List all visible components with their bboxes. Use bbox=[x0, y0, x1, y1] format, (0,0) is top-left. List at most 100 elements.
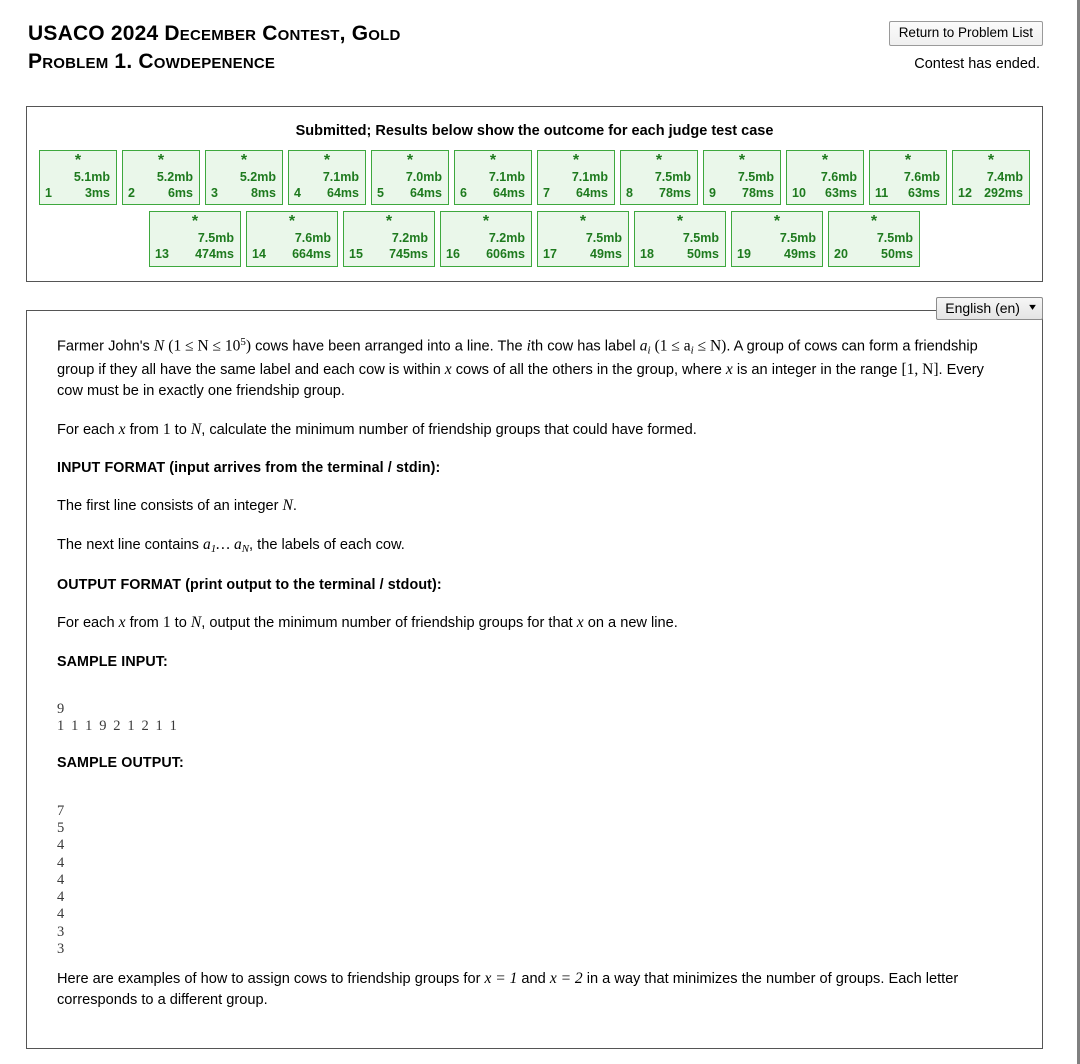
test-case-index: 7 bbox=[543, 185, 550, 200]
goal-text-b: from bbox=[125, 421, 163, 438]
math-n-2: N bbox=[190, 420, 202, 438]
math-x-1: x bbox=[444, 360, 452, 378]
test-case-box[interactable]: * 7.5mb 20 50ms bbox=[828, 211, 920, 267]
math-n-1: N bbox=[153, 337, 165, 354]
test-case-index: 1 bbox=[45, 185, 52, 200]
test-case-index: 14 bbox=[252, 246, 266, 261]
math-n-constraint-pre: (1 ≤ N ≤ 10 bbox=[168, 337, 241, 354]
math-a-constraint: (1 ≤ a bbox=[654, 337, 691, 354]
test-case-box[interactable]: * 7.6mb 10 63ms bbox=[786, 150, 864, 206]
test-case-pass-icon: * bbox=[482, 213, 490, 231]
math-x-eq-1: x = 1 bbox=[484, 970, 518, 988]
math-n-3: N bbox=[282, 497, 293, 515]
usaco-problem-page: USACO 2024 December Contest, Gold Proble… bbox=[0, 0, 1080, 1064]
test-case-footer: 12 292ms bbox=[958, 186, 1024, 202]
intro-text-f: is an integer in the range bbox=[732, 361, 902, 378]
test-case-footer: 7 64ms bbox=[543, 186, 609, 202]
test-case-time: 49ms bbox=[784, 246, 816, 261]
test-case-time: 474ms bbox=[195, 246, 234, 261]
problem-intro-paragraph: Farmer John's N (1 ≤ N ≤ 105) cows have … bbox=[57, 335, 1012, 402]
test-case-time: 63ms bbox=[825, 185, 857, 200]
test-case-index: 10 bbox=[792, 185, 806, 200]
test-case-pass-icon: * bbox=[191, 213, 199, 231]
test-case-box[interactable]: * 7.4mb 12 292ms bbox=[952, 150, 1030, 206]
test-case-box[interactable]: * 5.2mb 3 8ms bbox=[205, 150, 283, 206]
test-case-pass-icon: * bbox=[406, 152, 414, 169]
test-case-pass-icon: * bbox=[870, 213, 878, 231]
intro-text-c: th cow has label bbox=[530, 338, 640, 354]
test-case-pass-icon: * bbox=[655, 152, 663, 169]
math-n-4: N bbox=[190, 614, 202, 632]
test-case-index: 19 bbox=[737, 246, 751, 261]
test-case-index: 3 bbox=[211, 185, 218, 200]
test-case-box[interactable]: * 7.0mb 5 64ms bbox=[371, 150, 449, 206]
test-case-footer: 11 63ms bbox=[875, 186, 941, 202]
test-case-time: 64ms bbox=[327, 185, 359, 200]
test-case-box[interactable]: * 7.6mb 14 664ms bbox=[246, 211, 338, 267]
test-case-box[interactable]: * 7.6mb 11 63ms bbox=[869, 150, 947, 206]
output-text-d: , output the minimum number of friendshi… bbox=[201, 615, 577, 632]
test-case-index: 12 bbox=[958, 185, 972, 200]
test-case-memory: 7.5mb bbox=[654, 170, 691, 184]
test-case-box[interactable]: * 7.5mb 19 49ms bbox=[731, 211, 823, 267]
test-case-box[interactable]: * 5.1mb 1 3ms bbox=[39, 150, 117, 206]
test-case-index: 20 bbox=[834, 246, 848, 261]
test-case-time: 6ms bbox=[167, 185, 193, 200]
test-case-memory: 5.2mb bbox=[156, 170, 193, 184]
test-case-box[interactable]: * 7.5mb 13 474ms bbox=[149, 211, 241, 267]
test-case-pass-icon: * bbox=[240, 152, 248, 169]
sample-input-block: 9 1 1 1 9 2 1 2 1 1 bbox=[57, 700, 179, 735]
test-case-memory: 7.6mb bbox=[820, 170, 857, 184]
test-case-row-1: * 5.1mb 1 3ms * 5.2mb 2 6ms * 5.2mb 3 8ms * 7.1mb 4 64m… bbox=[39, 150, 1030, 206]
test-case-box[interactable]: * 7.5mb 17 49ms bbox=[537, 211, 629, 267]
test-case-time: 8ms bbox=[250, 185, 276, 200]
test-case-box[interactable]: * 5.2mb 2 6ms bbox=[122, 150, 200, 206]
test-case-time: 50ms bbox=[881, 246, 913, 261]
math-a-seq-mid: … a bbox=[216, 536, 242, 554]
test-case-footer: 13 474ms bbox=[155, 247, 235, 263]
test-case-footer: 6 64ms bbox=[460, 186, 526, 202]
test-case-pass-icon: * bbox=[323, 152, 331, 169]
test-case-memory: 7.1mb bbox=[322, 170, 359, 184]
test-case-footer: 19 49ms bbox=[737, 247, 817, 263]
test-case-time: 64ms bbox=[576, 185, 608, 200]
test-case-pass-icon: * bbox=[987, 152, 995, 169]
test-case-box[interactable]: * 7.2mb 15 745ms bbox=[343, 211, 435, 267]
test-case-box[interactable]: * 7.1mb 7 64ms bbox=[537, 150, 615, 206]
test-case-footer: 16 606ms bbox=[446, 247, 526, 263]
test-case-footer: 5 64ms bbox=[377, 186, 443, 202]
test-case-pass-icon: * bbox=[676, 213, 684, 231]
sample-output-block: 7 5 4 4 4 4 4 3 3 bbox=[57, 802, 65, 957]
intro-text-b: cows have been arranged into a line. The bbox=[251, 338, 527, 354]
test-case-box[interactable]: * 7.1mb 4 64ms bbox=[288, 150, 366, 206]
test-case-box[interactable]: * 7.5mb 8 78ms bbox=[620, 150, 698, 206]
test-case-pass-icon: * bbox=[572, 152, 580, 169]
input-line1-text: The first line consists of an integer bbox=[57, 498, 283, 515]
output-text-a: For each bbox=[57, 615, 119, 632]
test-case-footer: 15 745ms bbox=[349, 247, 429, 263]
test-case-box[interactable]: * 7.2mb 16 606ms bbox=[440, 211, 532, 267]
test-case-box[interactable]: * 7.5mb 9 78ms bbox=[703, 150, 781, 206]
results-heading: Submitted; Results below show the outcom… bbox=[295, 123, 774, 139]
test-case-memory: 7.0mb bbox=[405, 170, 442, 184]
test-case-time: 78ms bbox=[742, 185, 774, 200]
test-case-index: 15 bbox=[349, 246, 363, 261]
input-format-heading: INPUT FORMAT (input arrives from the ter… bbox=[57, 459, 441, 476]
return-to-problem-list-button[interactable]: Return to Problem List bbox=[888, 21, 1043, 46]
test-case-box[interactable]: * 7.1mb 6 64ms bbox=[454, 150, 532, 206]
test-case-time: 3ms bbox=[84, 185, 110, 200]
test-case-memory: 7.5mb bbox=[779, 231, 816, 246]
test-case-pass-icon: * bbox=[74, 152, 82, 169]
test-case-time: 606ms bbox=[486, 246, 525, 261]
problem-goal-paragraph: For each x from 1 to N, calculate the mi… bbox=[57, 419, 1012, 441]
test-case-box[interactable]: * 7.5mb 18 50ms bbox=[634, 211, 726, 267]
test-case-pass-icon: * bbox=[579, 213, 587, 231]
explanation-text-b: and bbox=[517, 971, 550, 988]
test-case-pass-icon: * bbox=[738, 152, 746, 169]
intro-text-a: Farmer John's bbox=[57, 338, 154, 354]
test-case-footer: 2 6ms bbox=[128, 186, 194, 202]
page-header: USACO 2024 December Contest, Gold Proble… bbox=[26, 20, 1043, 82]
language-select[interactable]: English (en) ▾ bbox=[936, 296, 1043, 321]
test-case-memory: 7.6mb bbox=[903, 170, 940, 184]
math-range-1n: [1, N] bbox=[901, 360, 939, 378]
